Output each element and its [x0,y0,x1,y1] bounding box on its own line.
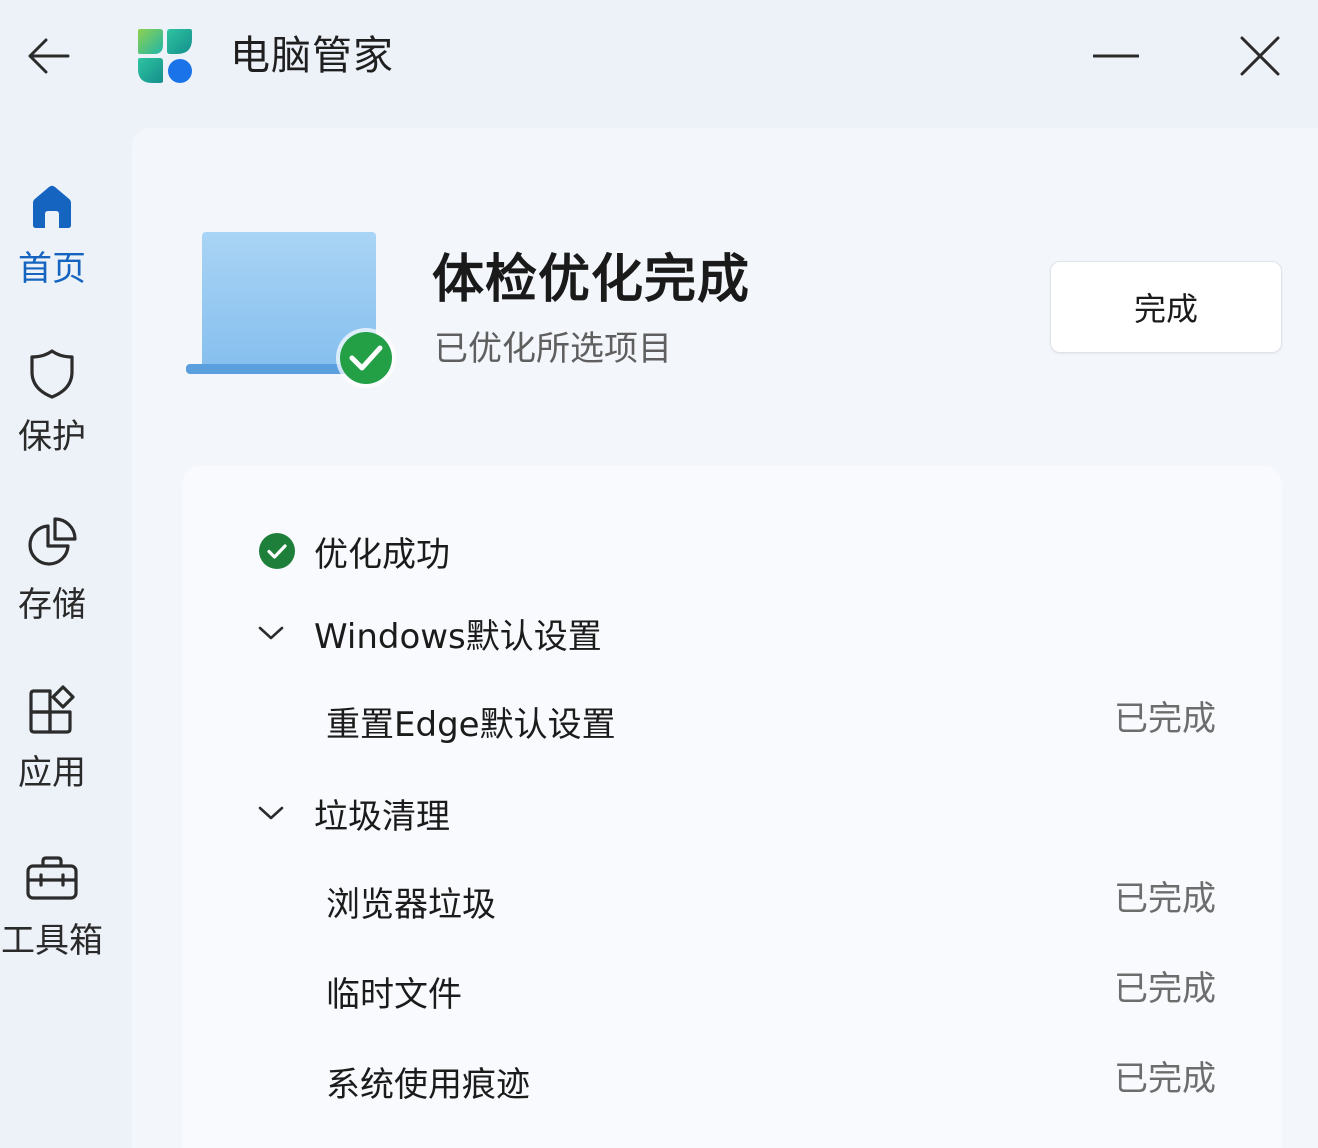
sidebar-item-label: 应用 [18,753,86,793]
shield-icon [23,345,81,403]
laptop-check-illustration [186,232,396,388]
sidebar-item-toolbox[interactable]: 工具箱 [0,849,110,989]
minimize-icon [1093,54,1139,58]
list-item: 浏览器垃圾 已完成 [326,879,1216,930]
main-content: 体检优化完成 已优化所选项目 完成 优化成功 Windows默认设置 重置Edg… [132,128,1318,1148]
app-title: 电脑管家 [230,33,394,79]
pc-manager-logo [138,29,192,83]
sidebar-item-storage[interactable]: 存储 [0,513,110,653]
status-text: 优化成功 [314,534,450,575]
group-header-junk-cleanup[interactable]: 垃圾清理 [256,788,450,838]
sidebar-item-protection[interactable]: 保护 [0,345,110,485]
minimize-button[interactable] [1088,30,1144,82]
back-arrow-icon [28,38,70,74]
pie-chart-icon [23,513,81,571]
apps-icon [23,681,81,739]
home-icon [23,177,81,235]
success-check-icon [259,533,295,569]
sidebar-nav: 首页 保护 存储 应用 工具箱 [0,115,130,1148]
item-name: 重置Edge默认设置 [326,705,616,745]
list-item: 重置Edge默认设置 已完成 [326,699,1216,750]
chevron-down-icon [256,618,286,648]
sidebar-item-apps[interactable]: 应用 [0,681,110,821]
close-button[interactable] [1232,30,1288,82]
sidebar-item-label: 保护 [18,417,86,457]
item-name: 临时文件 [326,975,462,1015]
pc-manager-window: 电脑管家 首页 保护 存储 应用 工具箱 体检优化完成 已优化所选项目 完成 优… [0,0,1318,1148]
item-status: 已完成 [1114,879,1216,919]
toolbox-icon [23,849,81,907]
title-bar: 电脑管家 [0,0,1318,115]
optimization-result-card: 优化成功 Windows默认设置 重置Edge默认设置 已完成 垃圾清理 浏览器… [182,466,1282,1148]
list-item: 系统使用痕迹 已完成 [326,1059,1216,1110]
item-status: 已完成 [1114,699,1216,739]
group-header-windows-defaults[interactable]: Windows默认设置 [256,608,602,658]
page-title: 体检优化完成 [432,250,751,310]
done-button[interactable]: 完成 [1050,261,1282,353]
item-name: 浏览器垃圾 [326,885,496,925]
back-button[interactable] [18,28,78,84]
page-subtitle: 已优化所选项目 [434,329,672,369]
sidebar-item-label: 存储 [18,585,86,625]
status-success-row: 优化成功 [258,528,450,575]
group-title: 垃圾清理 [314,796,450,837]
sidebar-item-home[interactable]: 首页 [0,177,110,317]
item-status: 已完成 [1114,969,1216,1009]
list-item: 临时文件 已完成 [326,969,1216,1020]
item-status: 已完成 [1114,1059,1216,1099]
item-name: 系统使用痕迹 [326,1065,530,1105]
chevron-down-icon [256,798,286,828]
close-icon [1240,36,1280,76]
group-title: Windows默认设置 [314,616,602,657]
sidebar-item-label: 首页 [18,249,86,289]
sidebar-item-label: 工具箱 [1,921,103,961]
